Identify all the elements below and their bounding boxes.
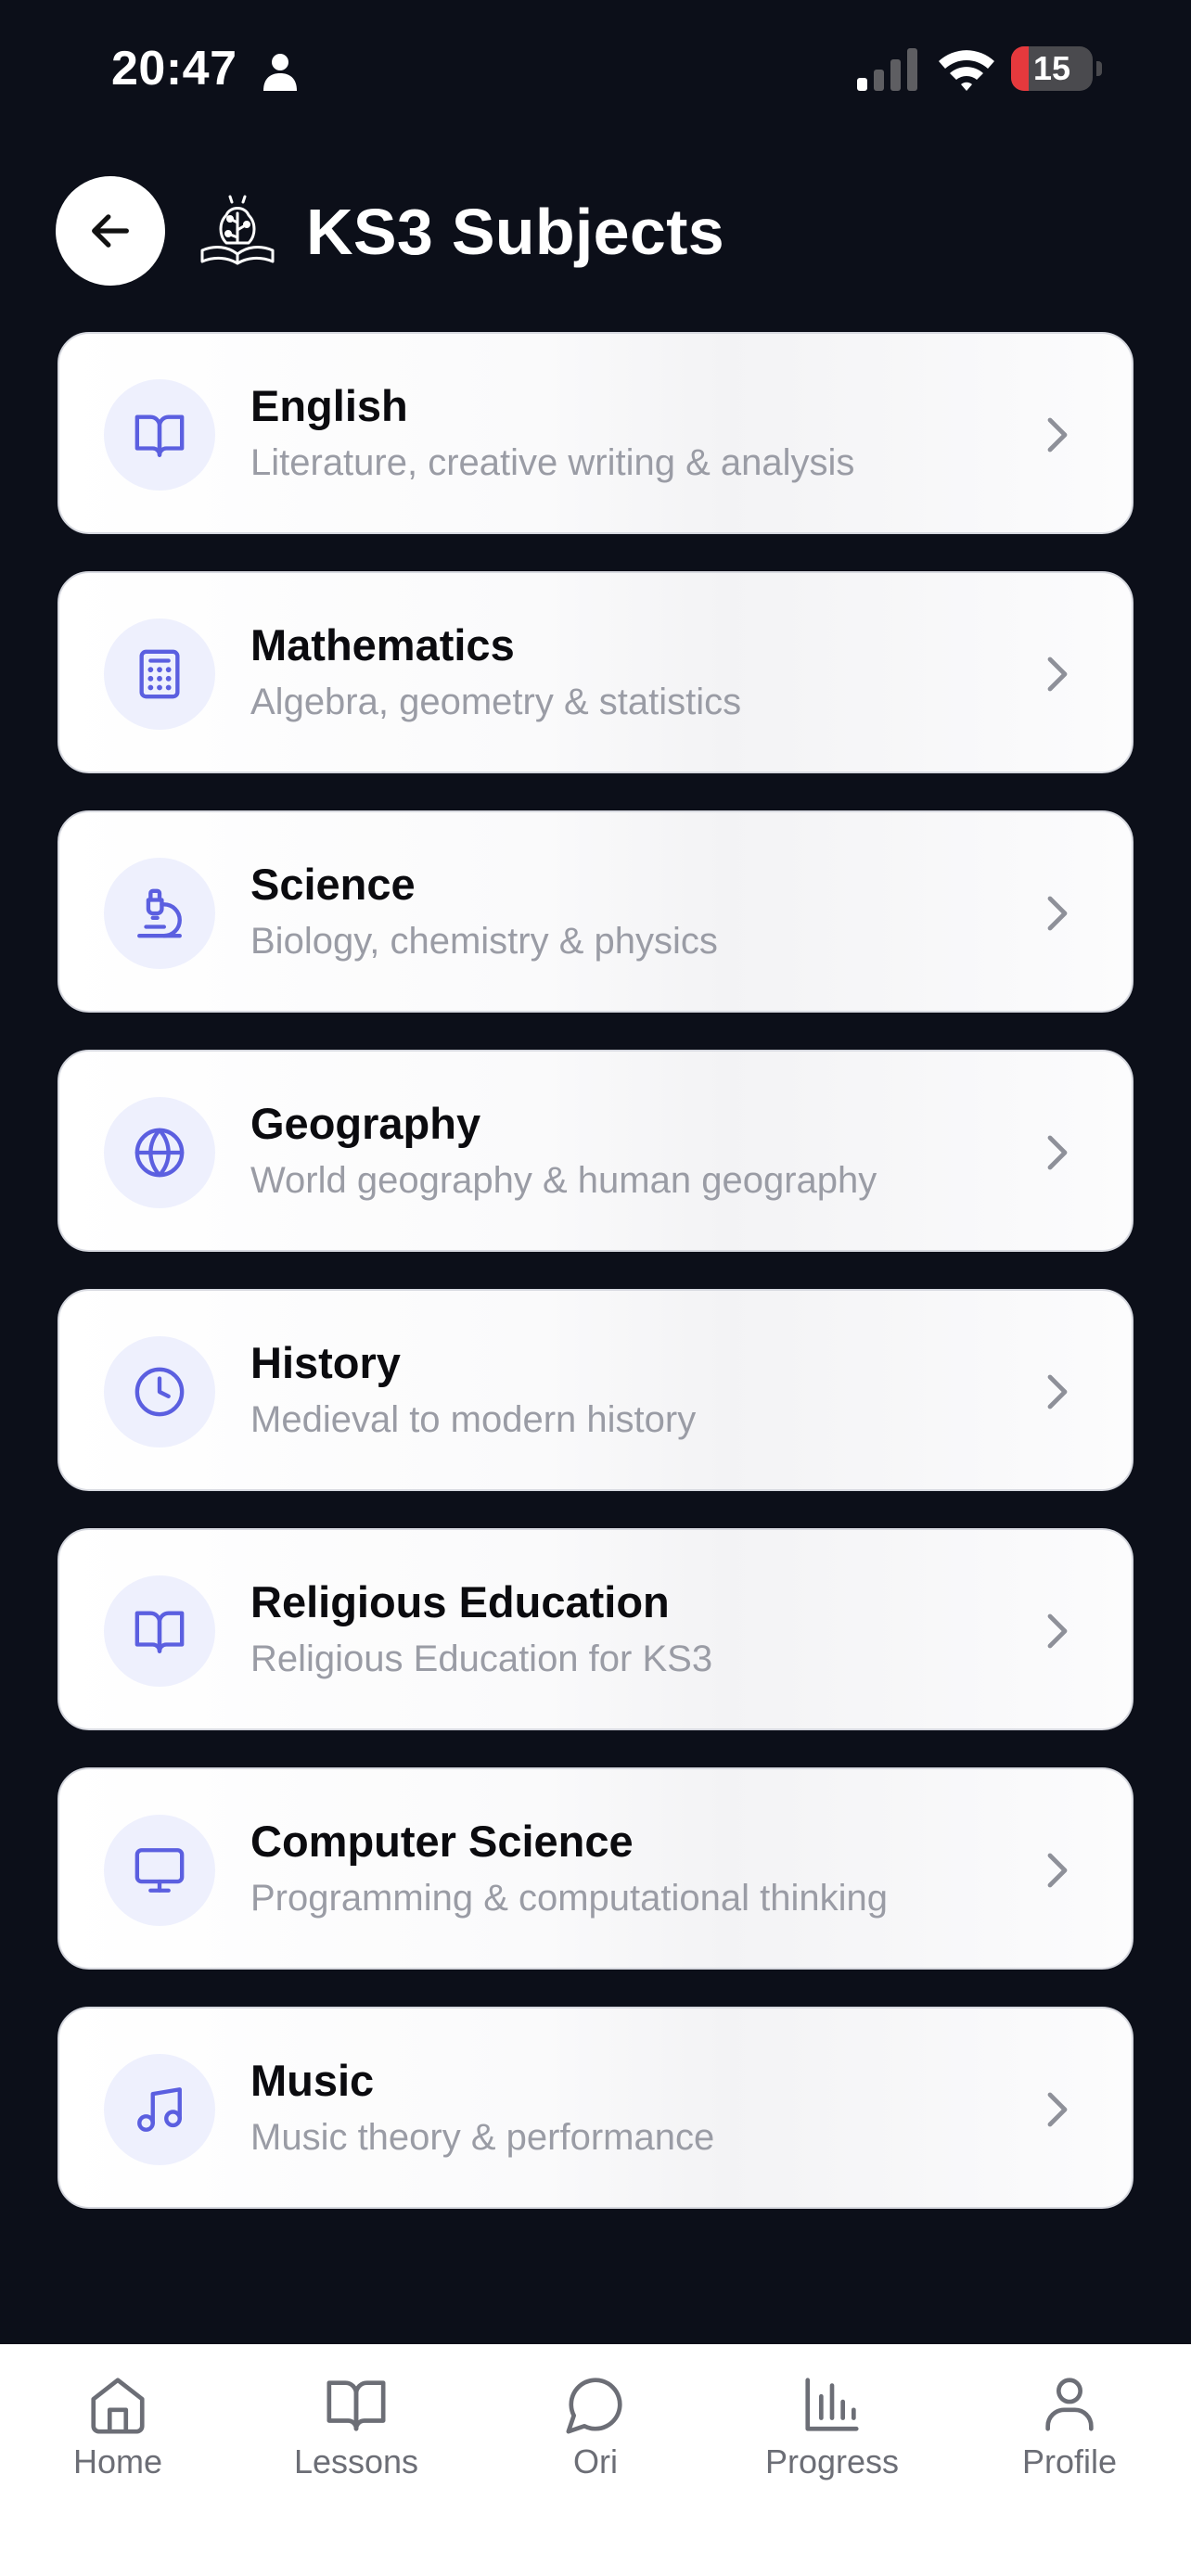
subject-card-history[interactable]: History Medieval to modern history — [58, 1289, 1133, 1491]
home-icon — [91, 2378, 145, 2434]
calculator-icon — [139, 649, 180, 699]
tab-progress[interactable]: Progress — [739, 2372, 925, 2483]
tab-label: Profile — [1021, 2442, 1118, 2480]
book-open-icon — [327, 2380, 386, 2431]
cellular-signal-icon — [857, 48, 917, 91]
book-icon — [134, 1611, 185, 1653]
chevron-right-icon — [1047, 1135, 1068, 1170]
tab-label: Home — [72, 2442, 163, 2480]
status-time: 20:47 — [111, 42, 237, 96]
subject-card-science[interactable]: Science Biology, chemistry & physics — [58, 810, 1133, 1013]
subject-name: Science — [250, 860, 416, 909]
chevron-right-icon — [1047, 1374, 1068, 1409]
subject-name: Geography — [250, 1099, 481, 1148]
chat-bubble-icon — [566, 2378, 622, 2434]
subject-name: Music — [250, 2056, 375, 2105]
wifi-icon — [939, 50, 994, 91]
subject-card-mathematics[interactable]: Mathematics Algebra, geometry & statisti… — [58, 571, 1133, 773]
subject-card-computer-science[interactable]: Computer Science Programming & computati… — [58, 1767, 1133, 1970]
subject-name: Religious Education — [250, 1577, 670, 1626]
battery-percent: 15 — [1032, 49, 1071, 87]
tab-label: Lessons — [293, 2442, 419, 2480]
person-icon — [263, 54, 297, 91]
subject-card-religious-education[interactable]: Religious Education Religious Education … — [58, 1528, 1133, 1730]
subject-description: Biology, chemistry & physics — [250, 921, 718, 962]
status-bar: 20:47 15 — [0, 0, 1191, 139]
tab-profile[interactable]: Profile — [977, 2372, 1162, 2483]
subject-description: Literature, creative writing & analysis — [250, 442, 855, 483]
globe-icon — [134, 1128, 185, 1178]
subject-description: Programming & computational thinking — [250, 1878, 889, 1919]
chevron-right-icon — [1047, 417, 1068, 453]
chevron-right-icon — [1047, 1613, 1068, 1649]
arrow-left-icon — [92, 214, 129, 248]
tab-lessons[interactable]: Lessons — [263, 2372, 449, 2483]
chevron-right-icon — [1047, 657, 1068, 692]
subject-name: Computer Science — [250, 1817, 634, 1866]
subject-name: Mathematics — [250, 620, 515, 670]
subject-name: English — [250, 381, 408, 430]
music-note-icon — [137, 2087, 182, 2132]
subject-description: Medieval to modern history — [250, 1399, 697, 1440]
app-logo-icon — [200, 195, 275, 265]
subject-card-geography[interactable]: Geography World geography & human geogra… — [58, 1050, 1133, 1252]
bar-chart-icon — [805, 2378, 859, 2431]
subject-card-music[interactable]: Music Music theory & performance — [58, 2007, 1133, 2209]
subject-description: Algebra, geometry & statistics — [250, 682, 742, 722]
bottom-tab-bar: Home Lessons Ori Progress Profile — [0, 2344, 1191, 2576]
subject-name: History — [250, 1338, 401, 1387]
subject-description: Music theory & performance — [250, 2117, 715, 2158]
back-button[interactable] — [56, 176, 165, 286]
subject-description: World geography & human geography — [250, 1160, 877, 1201]
chevron-right-icon — [1047, 2092, 1068, 2127]
battery-indicator: 15 — [1011, 46, 1104, 93]
clock-icon — [134, 1367, 185, 1417]
subject-description: Religious Education for KS3 — [250, 1639, 713, 1679]
microscope-icon — [137, 888, 182, 938]
tab-home[interactable]: Home — [25, 2372, 211, 2483]
book-icon — [134, 414, 185, 457]
tab-label: Ori — [573, 2442, 618, 2480]
tab-label: Progress — [764, 2442, 900, 2480]
monitor-icon — [134, 1848, 185, 1893]
page-title: KS3 Subjects — [306, 196, 724, 268]
tab-ori[interactable]: Ori — [503, 2372, 688, 2483]
user-icon — [1045, 2378, 1094, 2431]
subject-card-english[interactable]: English Literature, creative writing & a… — [58, 332, 1133, 534]
subject-list: English Literature, creative writing & a… — [58, 332, 1133, 2246]
chevron-right-icon — [1047, 896, 1068, 931]
chevron-right-icon — [1047, 1853, 1068, 1888]
